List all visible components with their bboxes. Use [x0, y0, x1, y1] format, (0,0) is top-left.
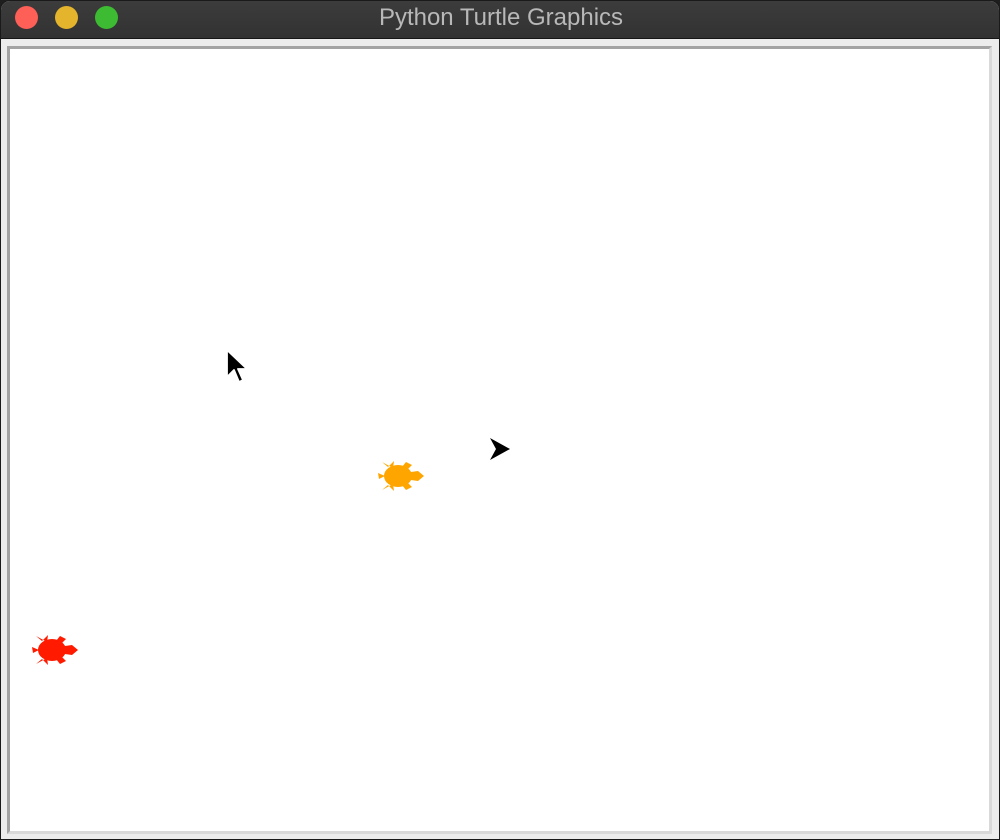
- arrow-cursor-icon: [487, 436, 513, 462]
- orange-turtle-shape: [378, 461, 424, 491]
- title-bar[interactable]: Python Turtle Graphics: [1, 1, 999, 39]
- red-turtle-icon: [30, 630, 82, 670]
- mouse-pointer-icon: [226, 349, 250, 385]
- window-title: Python Turtle Graphics: [378, 4, 624, 31]
- canvas-frame: [7, 46, 992, 834]
- turtle-canvas[interactable]: [10, 49, 989, 831]
- orange-turtle-icon: [376, 456, 428, 496]
- red-turtle-shape: [32, 635, 78, 665]
- turtle-window: Python Turtle Graphics: [0, 0, 1000, 840]
